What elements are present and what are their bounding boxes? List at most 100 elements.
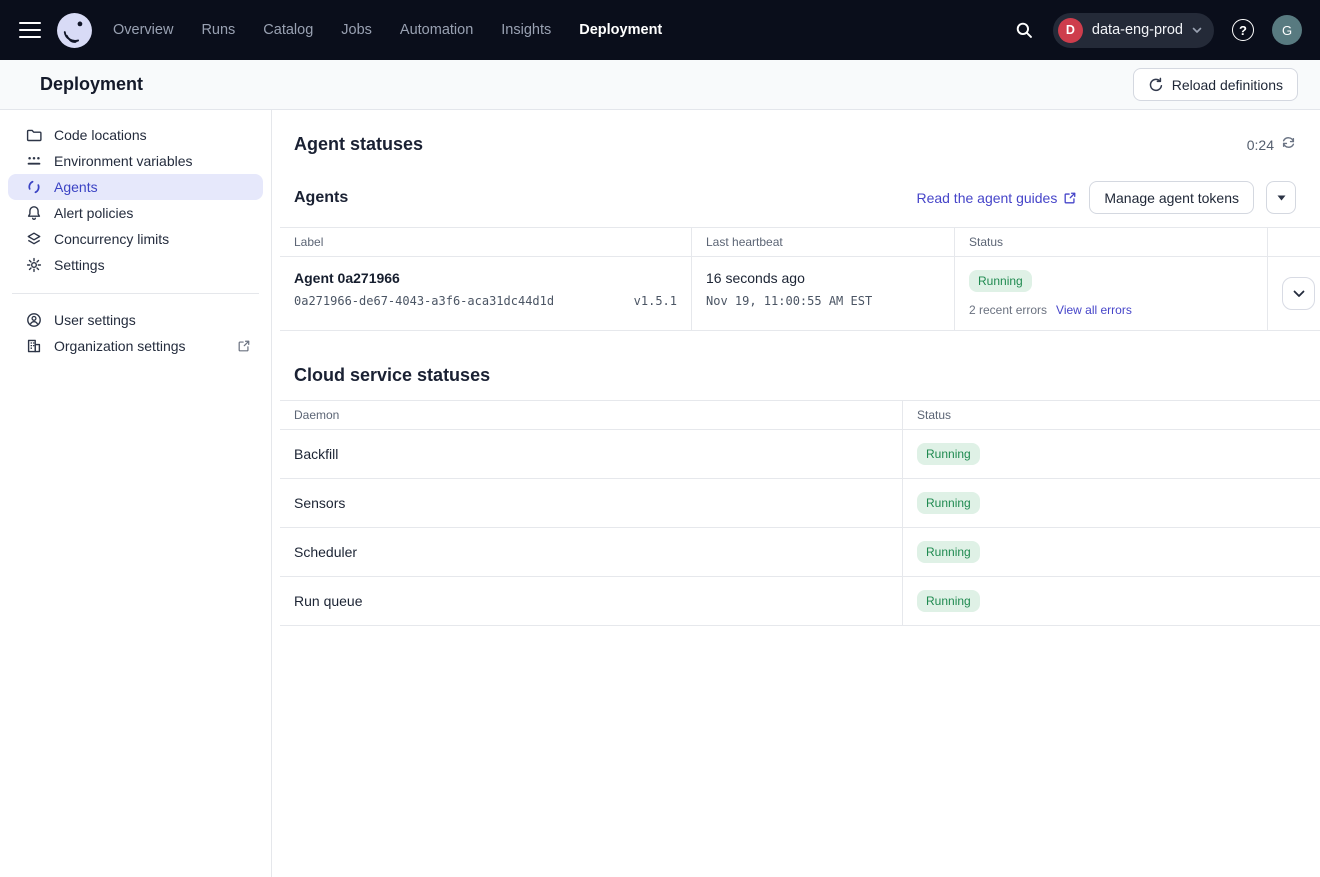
deployment-name: data-eng-prod	[1092, 22, 1183, 38]
deployment-sidebar: Code locations Environment variables Age…	[0, 110, 272, 877]
nav-catalog[interactable]: Catalog	[263, 22, 313, 38]
agents-subtitle: Agents	[294, 189, 348, 207]
agents-table: Label Last heartbeat Status Agent 0a2719…	[280, 227, 1320, 331]
sidebar-item-organization-settings[interactable]: Organization settings	[8, 333, 263, 359]
agent-guides-link[interactable]: Read the agent guides	[916, 190, 1077, 206]
user-icon	[26, 312, 42, 328]
help-icon: ?	[1232, 19, 1254, 41]
refresh-countdown: 0:24	[1247, 135, 1296, 155]
sidebar-item-label: Organization settings	[54, 338, 186, 354]
nav-overview[interactable]: Overview	[113, 22, 173, 38]
main-content: Agent statuses 0:24 Agents Read the agen…	[272, 110, 1320, 877]
agent-name: Agent 0a271966	[294, 270, 677, 286]
top-nav-bar: Overview Runs Catalog Jobs Automation In…	[0, 0, 1320, 60]
sidebar-item-agents[interactable]: Agents	[8, 174, 263, 200]
agent-guides-link-label: Read the agent guides	[916, 190, 1057, 206]
agent-actions-dropdown-button[interactable]	[1266, 181, 1296, 214]
refresh-icon[interactable]	[1281, 135, 1296, 155]
heartbeat-relative: 16 seconds ago	[706, 270, 940, 286]
daemon-name: Sensors	[280, 479, 903, 528]
folder-icon	[26, 127, 42, 143]
status-badge: Running	[917, 492, 980, 514]
agent-status-badge: Running	[969, 270, 1032, 292]
sidebar-item-label: Agents	[54, 179, 98, 195]
chevron-down-icon	[1192, 27, 1202, 34]
heartbeat-timestamp: Nov 19, 11:00:55 AM EST	[706, 294, 940, 308]
sidebar-item-environment-variables[interactable]: Environment variables	[8, 148, 263, 174]
sidebar-divider	[12, 293, 259, 294]
agents-col-label: Label	[280, 228, 692, 257]
agent-statuses-title: Agent statuses	[294, 134, 423, 155]
search-button[interactable]	[1009, 15, 1039, 45]
status-badge: Running	[917, 541, 980, 563]
nav-deployment[interactable]: Deployment	[579, 22, 662, 38]
hamburger-icon	[19, 22, 41, 25]
bell-icon	[26, 205, 42, 221]
search-icon	[1015, 21, 1033, 39]
manage-agent-tokens-button[interactable]: Manage agent tokens	[1089, 181, 1254, 214]
countdown-value: 0:24	[1247, 137, 1274, 153]
dagster-logo[interactable]	[56, 12, 93, 49]
nav-jobs[interactable]: Jobs	[341, 22, 372, 38]
sidebar-item-settings[interactable]: Settings	[8, 252, 263, 278]
page-header: Deployment Reload definitions	[0, 60, 1320, 110]
layers-icon	[26, 231, 42, 247]
reload-definitions-label: Reload definitions	[1172, 77, 1283, 93]
daemon-status-cell: Running	[903, 430, 1320, 479]
sidebar-item-user-settings[interactable]: User settings	[8, 307, 263, 333]
expand-agent-row-button[interactable]	[1282, 277, 1315, 310]
recent-errors-count: 2 recent errors	[969, 303, 1047, 317]
agent-version: v1.5.1	[634, 294, 677, 308]
agent-heartbeat-cell: 16 seconds ago Nov 19, 11:00:55 AM EST	[692, 257, 955, 331]
agent-status-cell: Running 2 recent errors View all errors	[955, 257, 1268, 331]
nav-automation[interactable]: Automation	[400, 22, 473, 38]
cloud-col-status: Status	[903, 401, 1320, 430]
status-badge: Running	[917, 590, 980, 612]
sidebar-item-alert-policies[interactable]: Alert policies	[8, 200, 263, 226]
sidebar-item-label: Environment variables	[54, 153, 193, 169]
agent-label-cell: Agent 0a271966 0a271966-de67-4043-a3f6-a…	[280, 257, 692, 331]
daemon-status-cell: Running	[903, 528, 1320, 577]
deployment-switcher[interactable]: D data-eng-prod	[1053, 13, 1214, 48]
reload-definitions-button[interactable]: Reload definitions	[1133, 68, 1298, 101]
user-avatar[interactable]: G	[1272, 15, 1302, 45]
sidebar-item-label: User settings	[54, 312, 136, 328]
caret-down-icon	[1277, 195, 1286, 201]
agents-col-heartbeat: Last heartbeat	[692, 228, 955, 257]
sidebar-item-code-locations[interactable]: Code locations	[8, 122, 263, 148]
nav-runs[interactable]: Runs	[201, 22, 235, 38]
daemon-status-cell: Running	[903, 479, 1320, 528]
hamburger-menu-button[interactable]	[14, 14, 46, 46]
cloud-services-table: Daemon Status Backfill Running Sensors R…	[280, 400, 1320, 626]
daemon-name: Backfill	[280, 430, 903, 479]
primary-nav: Overview Runs Catalog Jobs Automation In…	[113, 22, 662, 38]
daemon-status-cell: Running	[903, 577, 1320, 626]
external-link-icon	[1063, 191, 1077, 205]
sidebar-item-label: Alert policies	[54, 205, 133, 221]
help-button[interactable]: ?	[1228, 15, 1258, 45]
sidebar-item-label: Settings	[54, 257, 105, 273]
agent-uuid: 0a271966-de67-4043-a3f6-aca31dc44d1d	[294, 294, 554, 308]
gear-icon	[26, 257, 42, 273]
reload-icon	[1148, 77, 1164, 93]
daemon-name: Scheduler	[280, 528, 903, 577]
agent-icon	[26, 179, 42, 195]
env-vars-icon	[26, 153, 42, 169]
agents-col-expand	[1268, 228, 1320, 257]
sidebar-item-label: Code locations	[54, 127, 147, 143]
sidebar-item-concurrency-limits[interactable]: Concurrency limits	[8, 226, 263, 252]
octopus-logo-icon	[56, 12, 93, 49]
page-title: Deployment	[40, 74, 143, 95]
agent-expand-cell	[1268, 257, 1320, 331]
external-link-icon	[237, 339, 251, 353]
status-badge: Running	[917, 443, 980, 465]
building-icon	[26, 338, 42, 354]
nav-insights[interactable]: Insights	[501, 22, 551, 38]
deployment-initial-badge: D	[1058, 18, 1083, 43]
cloud-service-statuses-title: Cloud service statuses	[294, 365, 1296, 386]
view-all-errors-link[interactable]: View all errors	[1056, 303, 1132, 317]
topbar-right-cluster: D data-eng-prod ? G	[1009, 13, 1302, 48]
cloud-col-daemon: Daemon	[280, 401, 903, 430]
sidebar-item-label: Concurrency limits	[54, 231, 169, 247]
daemon-name: Run queue	[280, 577, 903, 626]
